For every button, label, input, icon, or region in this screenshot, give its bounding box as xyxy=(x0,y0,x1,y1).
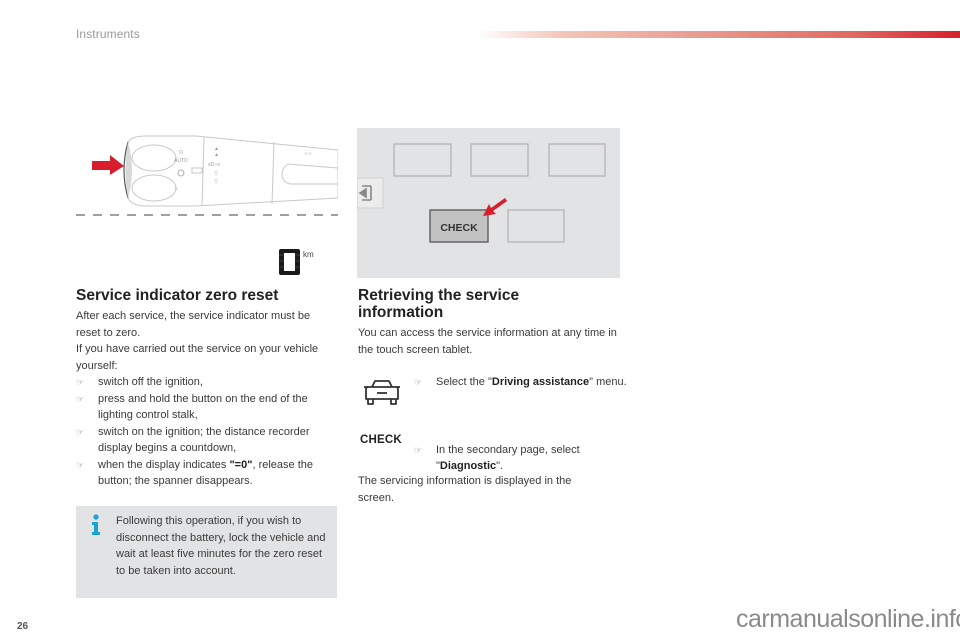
pointing-hand-icon: ☞ xyxy=(76,459,85,470)
screen-tile xyxy=(470,143,529,177)
intro-text: After each service, the service indicato… xyxy=(76,308,336,374)
red-arrow-icon xyxy=(92,155,124,175)
paragraph: You can access the service information a… xyxy=(358,327,617,356)
list-item: ☞ when the display indicates "=0", releas… xyxy=(76,458,313,488)
list-item: ☞ switch off the ignition, xyxy=(76,374,340,391)
info-note-box: Following this operation, if you wish to… xyxy=(76,506,337,598)
pointing-hand-icon: ☞ xyxy=(76,393,85,404)
step-diagnostic: ☞ In the secondary page, select "Diagnost… xyxy=(414,443,580,473)
header-accent-bar xyxy=(476,31,960,38)
red-arrow-icon xyxy=(483,198,507,216)
step-driving-assistance: ☞ Select the "Driving assistance" menu. xyxy=(414,374,641,391)
screen-tile xyxy=(548,143,606,177)
pointing-hand-icon: ☞ xyxy=(414,444,423,455)
page-number: 26 xyxy=(17,621,29,632)
svg-text:▽: ▽ xyxy=(214,171,218,177)
pointing-hand-icon: ☞ xyxy=(414,377,423,387)
km-unit-label: km xyxy=(303,250,314,259)
section-heading-retrieving: Retrieving the service information xyxy=(358,287,520,321)
paragraph: After each service, the service indicato… xyxy=(76,310,311,339)
watermark: carmanualsonline.info xyxy=(736,605,960,633)
lighting-stalk-illustration: O AUTO ☼ ▲ ▲ ≡D○≡ ▽ ▽ ○-○ xyxy=(76,135,338,216)
screen-tile xyxy=(393,143,452,177)
touchscreen-illustration: CHECK xyxy=(356,128,620,278)
pointing-hand-icon: ☞ xyxy=(76,377,85,387)
reset-steps-list: ☞ switch off the ignition, ☞ press and hol… xyxy=(76,374,340,490)
paragraph: If you have carried out the service on y… xyxy=(76,343,319,372)
svg-text:○-○: ○-○ xyxy=(304,151,312,157)
section-title: Instruments xyxy=(76,27,140,41)
check-tile-label: CHECK xyxy=(440,222,478,234)
stalk-off-label: O xyxy=(179,150,183,156)
stalk-auto-label: AUTO xyxy=(174,158,188,164)
check-icon-label: CHECK xyxy=(360,434,402,446)
odometer-display-icon: km xyxy=(279,249,314,275)
list-item: ☞ switch on the ignition; the distance re… xyxy=(76,425,310,455)
screen-tile xyxy=(507,209,565,243)
section-heading-zero-reset: Service indicator zero reset xyxy=(76,287,279,304)
car-icon xyxy=(364,380,400,405)
svg-text:≡D○≡: ≡D○≡ xyxy=(208,162,221,168)
svg-text:▽: ▽ xyxy=(214,179,218,185)
note-text: Following this operation, if you wish to… xyxy=(116,515,326,577)
list-item: ☞ press and hold the button on the end of… xyxy=(76,392,308,422)
pointing-hand-icon: ☞ xyxy=(76,426,85,437)
svg-text:▲: ▲ xyxy=(214,152,219,158)
info-icon xyxy=(92,514,100,535)
svg-text:☼: ☼ xyxy=(174,186,179,192)
paragraph: The servicing information is displayed i… xyxy=(358,475,572,504)
